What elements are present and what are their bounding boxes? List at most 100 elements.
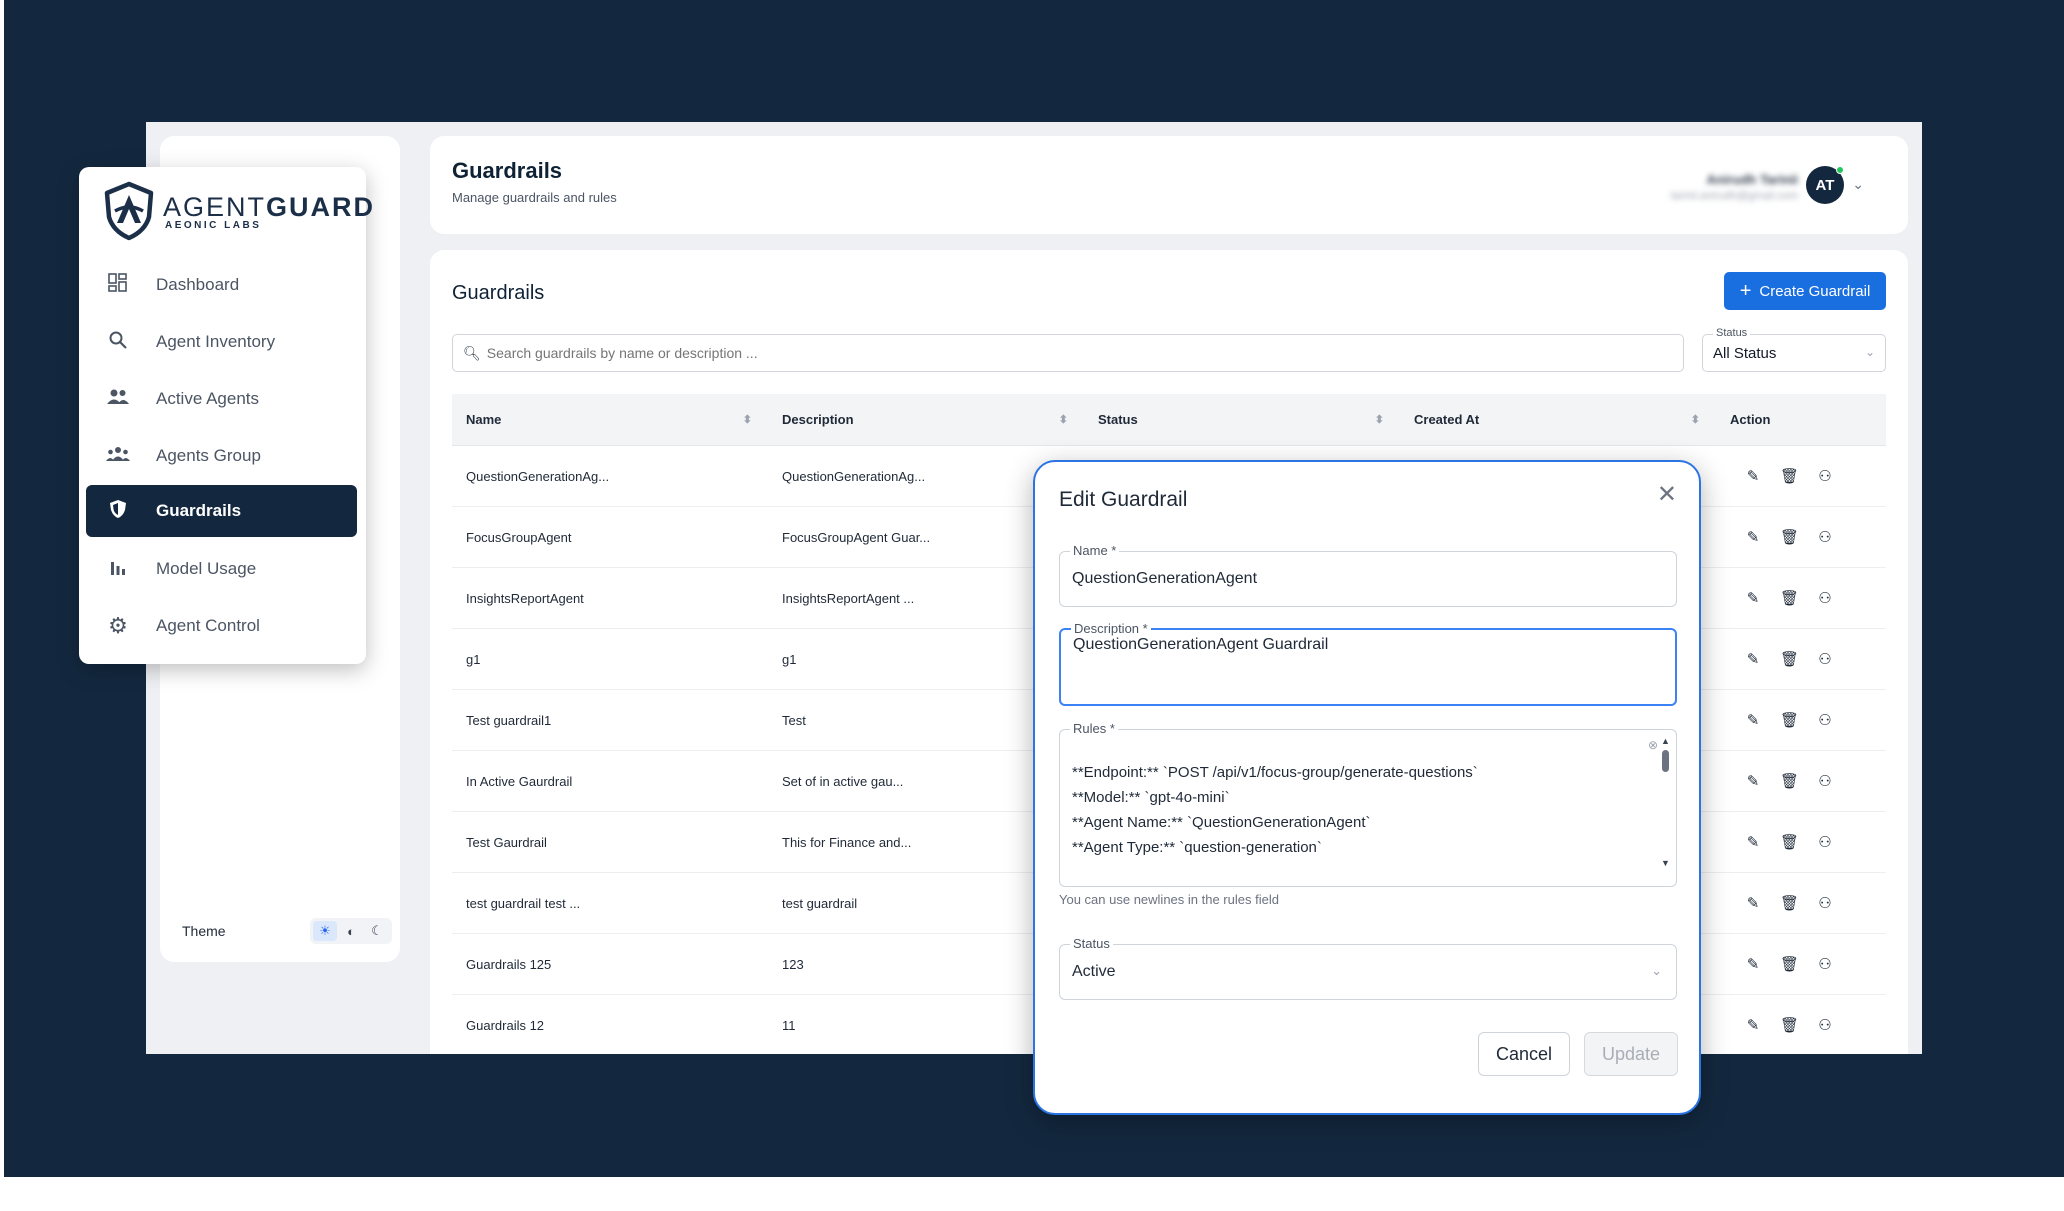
edit-icon[interactable]: ✎: [1744, 833, 1762, 851]
moon-icon[interactable]: ☾: [365, 921, 389, 941]
search-field[interactable]: 🔍︎: [452, 334, 1684, 372]
column-header-status[interactable]: Status ⬍: [1084, 394, 1400, 445]
sidebar-item-agent-control[interactable]: ⚙ Agent Control: [86, 600, 357, 652]
contrast-icon[interactable]: ◐: [339, 921, 363, 941]
edit-icon[interactable]: ✎: [1744, 528, 1762, 546]
create-guardrail-button[interactable]: + Create Guardrail: [1724, 272, 1886, 310]
clear-icon[interactable]: ⊗: [1648, 738, 1658, 752]
rules-scrollbar[interactable]: ▲ ▼: [1660, 736, 1672, 876]
status-select-value: Active: [1072, 963, 1116, 980]
edit-icon[interactable]: ✎: [1744, 589, 1762, 607]
assign-agent-icon[interactable]: ⚇: [1816, 1016, 1834, 1034]
search-icon: 🔍︎: [463, 344, 481, 361]
search-input[interactable]: [486, 345, 1667, 361]
edit-icon[interactable]: ✎: [1744, 1016, 1762, 1034]
page-header: Guardrails Manage guardrails and rules A…: [430, 136, 1908, 234]
status-select[interactable]: Status Active ⌄: [1059, 936, 1677, 1000]
cell-name: In Active Gaurdrail: [466, 773, 573, 789]
cell-name: Test guardrail1: [466, 712, 552, 728]
sidebar-item-dashboard[interactable]: Dashboard: [86, 259, 357, 311]
edit-icon[interactable]: ✎: [1744, 894, 1762, 912]
chevron-down-icon: ⌄: [1864, 345, 1875, 359]
column-header-created-at[interactable]: Created At ⬍: [1400, 394, 1716, 445]
chevron-down-icon: ⌄: [1651, 963, 1662, 978]
edit-icon[interactable]: ✎: [1744, 772, 1762, 790]
sidebar-item-agent-inventory[interactable]: Agent Inventory: [86, 316, 357, 368]
status-select-label: Status: [1070, 936, 1113, 951]
assign-agent-icon[interactable]: ⚇: [1816, 955, 1834, 973]
sidebar-item-label: Active Agents: [156, 389, 260, 408]
description-field-value[interactable]: QuestionGenerationAgent Guardrail: [1073, 636, 1328, 654]
name-field-value[interactable]: QuestionGenerationAgent: [1072, 570, 1257, 588]
sort-icon[interactable]: ⬍: [1691, 413, 1700, 426]
rules-helper-text: You can use newlines in the rules field: [1059, 892, 1279, 907]
chevron-down-icon[interactable]: ⌄: [1852, 176, 1864, 193]
section-title: Guardrails: [452, 282, 545, 304]
edit-guardrail-dialog: Edit Guardrail ✕ Name * QuestionGenerati…: [1033, 460, 1701, 1115]
sort-icon[interactable]: ⬍: [1375, 413, 1384, 426]
delete-icon[interactable]: 🗑︎: [1780, 711, 1799, 729]
sidebar-item-active-agents[interactable]: Active Agents: [86, 373, 357, 425]
delete-icon[interactable]: 🗑︎: [1780, 894, 1799, 912]
scrollbar-thumb[interactable]: [1662, 750, 1669, 772]
update-button[interactable]: Update: [1584, 1032, 1678, 1076]
assign-agent-icon[interactable]: ⚇: [1816, 528, 1834, 546]
delete-icon[interactable]: 🗑︎: [1780, 833, 1799, 851]
cell-name: g1: [466, 651, 481, 667]
edit-icon[interactable]: ✎: [1744, 467, 1762, 485]
agentguard-logo-icon: [104, 181, 154, 241]
assign-agent-icon[interactable]: ⚇: [1816, 772, 1834, 790]
assign-agent-icon[interactable]: ⚇: [1816, 711, 1834, 729]
column-header-description[interactable]: Description ⬍: [768, 394, 1084, 445]
rules-field[interactable]: Rules * **Endpoint:** `POST /api/v1/focu…: [1059, 721, 1677, 887]
search-icon: [106, 330, 130, 355]
assign-agent-icon[interactable]: ⚇: [1816, 467, 1834, 485]
delete-icon[interactable]: 🗑︎: [1780, 650, 1799, 668]
status-filter-select[interactable]: Status All Status ⌄: [1702, 327, 1886, 372]
sidebar-item-label: Agents Group: [156, 446, 261, 465]
sidebar-item-label: Agent Inventory: [156, 332, 276, 351]
cell-actions: ✎ 🗑︎ ⚇: [1716, 894, 1886, 912]
theme-label: Theme: [182, 923, 226, 939]
cancel-button[interactable]: Cancel: [1478, 1032, 1570, 1076]
sidebar-item-model-usage[interactable]: Model Usage: [86, 543, 357, 595]
dashboard-icon: [106, 272, 130, 298]
delete-icon[interactable]: 🗑︎: [1780, 467, 1799, 485]
close-icon[interactable]: ✕: [1657, 480, 1677, 509]
cell-actions: ✎ 🗑︎ ⚇: [1716, 650, 1886, 668]
create-guardrail-label: Create Guardrail: [1759, 282, 1871, 300]
gear-icon: ⚙: [108, 613, 128, 638]
edit-icon[interactable]: ✎: [1744, 711, 1762, 729]
edit-icon[interactable]: ✎: [1744, 955, 1762, 973]
rules-field-value[interactable]: **Endpoint:** `POST /api/v1/focus-group/…: [1072, 760, 1478, 860]
assign-agent-icon[interactable]: ⚇: [1816, 650, 1834, 668]
assign-agent-icon[interactable]: ⚇: [1816, 589, 1834, 607]
dialog-title: Edit Guardrail: [1059, 488, 1188, 511]
sort-icon[interactable]: ⬍: [1059, 413, 1068, 426]
sort-icon[interactable]: ⬍: [743, 413, 752, 426]
delete-icon[interactable]: 🗑︎: [1780, 589, 1799, 607]
brand-subtitle: AEONIC LABS: [165, 219, 262, 231]
name-field[interactable]: Name * QuestionGenerationAgent: [1059, 543, 1677, 607]
sun-icon[interactable]: ☀: [313, 921, 337, 941]
delete-icon[interactable]: 🗑︎: [1780, 528, 1799, 546]
bar-chart-icon: [106, 558, 130, 581]
user-info: Anirudh Tarinii tarinii.anirudh@gmail.co…: [1671, 172, 1798, 202]
description-field[interactable]: Description * QuestionGenerationAgent Gu…: [1059, 621, 1677, 706]
sidebar-item-agents-group[interactable]: Agents Group: [86, 430, 357, 482]
column-header-name[interactable]: Name ⬍: [452, 394, 768, 445]
edit-icon[interactable]: ✎: [1744, 650, 1762, 668]
table-header: Name ⬍ Description ⬍ Status ⬍ Created At ⬍ A…: [452, 394, 1886, 446]
assign-agent-icon[interactable]: ⚇: [1816, 894, 1834, 912]
sidebar-item-label: Guardrails: [156, 501, 242, 520]
delete-icon[interactable]: 🗑︎: [1780, 772, 1799, 790]
name-field-label: Name *: [1070, 543, 1120, 558]
scroll-down-icon[interactable]: ▼: [1661, 858, 1670, 868]
sidebar-nav: AGENTGUARD AEONIC LABS Dashboard Agent I…: [79, 167, 373, 664]
assign-agent-icon[interactable]: ⚇: [1816, 833, 1834, 851]
scroll-up-icon[interactable]: ▲: [1661, 736, 1670, 746]
delete-icon[interactable]: 🗑︎: [1780, 955, 1799, 973]
delete-icon[interactable]: 🗑︎: [1780, 1016, 1799, 1034]
cell-actions: ✎ 🗑︎ ⚇: [1716, 589, 1886, 607]
sidebar-item-guardrails[interactable]: Guardrails: [86, 485, 357, 537]
